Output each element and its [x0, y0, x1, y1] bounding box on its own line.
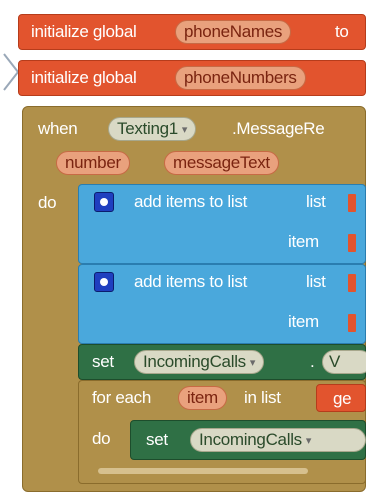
dot-label: . — [310, 352, 315, 371]
chevron-down-icon: ▾ — [181, 123, 188, 136]
incomingcalls-dropdown[interactable]: IncomingCalls ▾ — [134, 350, 265, 374]
property-dropdown[interactable]: V — [322, 350, 366, 374]
component-name: IncomingCalls — [199, 430, 302, 449]
phonenumbers-var[interactable]: phoneNumbers — [175, 66, 306, 90]
init-global-phonenames-block[interactable]: initialize global phoneNames to — [18, 14, 366, 50]
chevron-down-icon: ▾ — [249, 356, 256, 369]
add-items-label: add items to list — [134, 192, 248, 211]
phonenames-var[interactable]: phoneNames — [175, 20, 292, 44]
init-global-phonenumbers-block[interactable]: initialize global phoneNumbers — [18, 60, 366, 96]
list-socket[interactable] — [348, 194, 356, 212]
event-name: .MessageRe — [232, 119, 325, 138]
get-block[interactable]: ge — [316, 384, 366, 412]
set-label: set — [146, 430, 168, 449]
foreach-do-label: do — [92, 429, 111, 448]
component-dropdown[interactable]: Texting1 ▾ — [108, 117, 197, 141]
mutator-gear-icon[interactable] — [94, 192, 114, 212]
to-label: to — [335, 22, 349, 41]
set-label: set — [92, 352, 114, 371]
init-global-label: initialize global — [31, 22, 137, 41]
for-each-bottom-bar — [98, 468, 308, 474]
add-items-label: add items to list — [134, 272, 248, 291]
item-var[interactable]: item — [178, 386, 227, 410]
item-socket[interactable] — [348, 234, 356, 252]
mutator-gear-icon[interactable] — [94, 272, 114, 292]
list-arg-label: list — [306, 272, 326, 291]
list-socket[interactable] — [348, 274, 356, 292]
item-socket[interactable] — [348, 314, 356, 332]
chevron-down-icon: ▾ — [305, 434, 312, 447]
component-name: Texting1 — [117, 119, 178, 138]
item-arg-label: item — [288, 312, 319, 331]
for-each-label: for each — [92, 388, 152, 407]
item-arg-label: item — [288, 232, 319, 251]
in-list-label: in list — [244, 388, 281, 407]
list-arg-label: list — [306, 192, 326, 211]
param-messagetext[interactable]: messageText — [164, 151, 279, 175]
event-do-label: do — [38, 193, 57, 212]
init-global-label: initialize global — [31, 68, 137, 87]
when-label: when — [38, 119, 78, 138]
param-number[interactable]: number — [56, 151, 130, 175]
incomingcalls-dropdown[interactable]: IncomingCalls ▾ — [190, 428, 366, 452]
component-name: IncomingCalls — [143, 352, 246, 371]
get-label: ge — [333, 389, 352, 408]
